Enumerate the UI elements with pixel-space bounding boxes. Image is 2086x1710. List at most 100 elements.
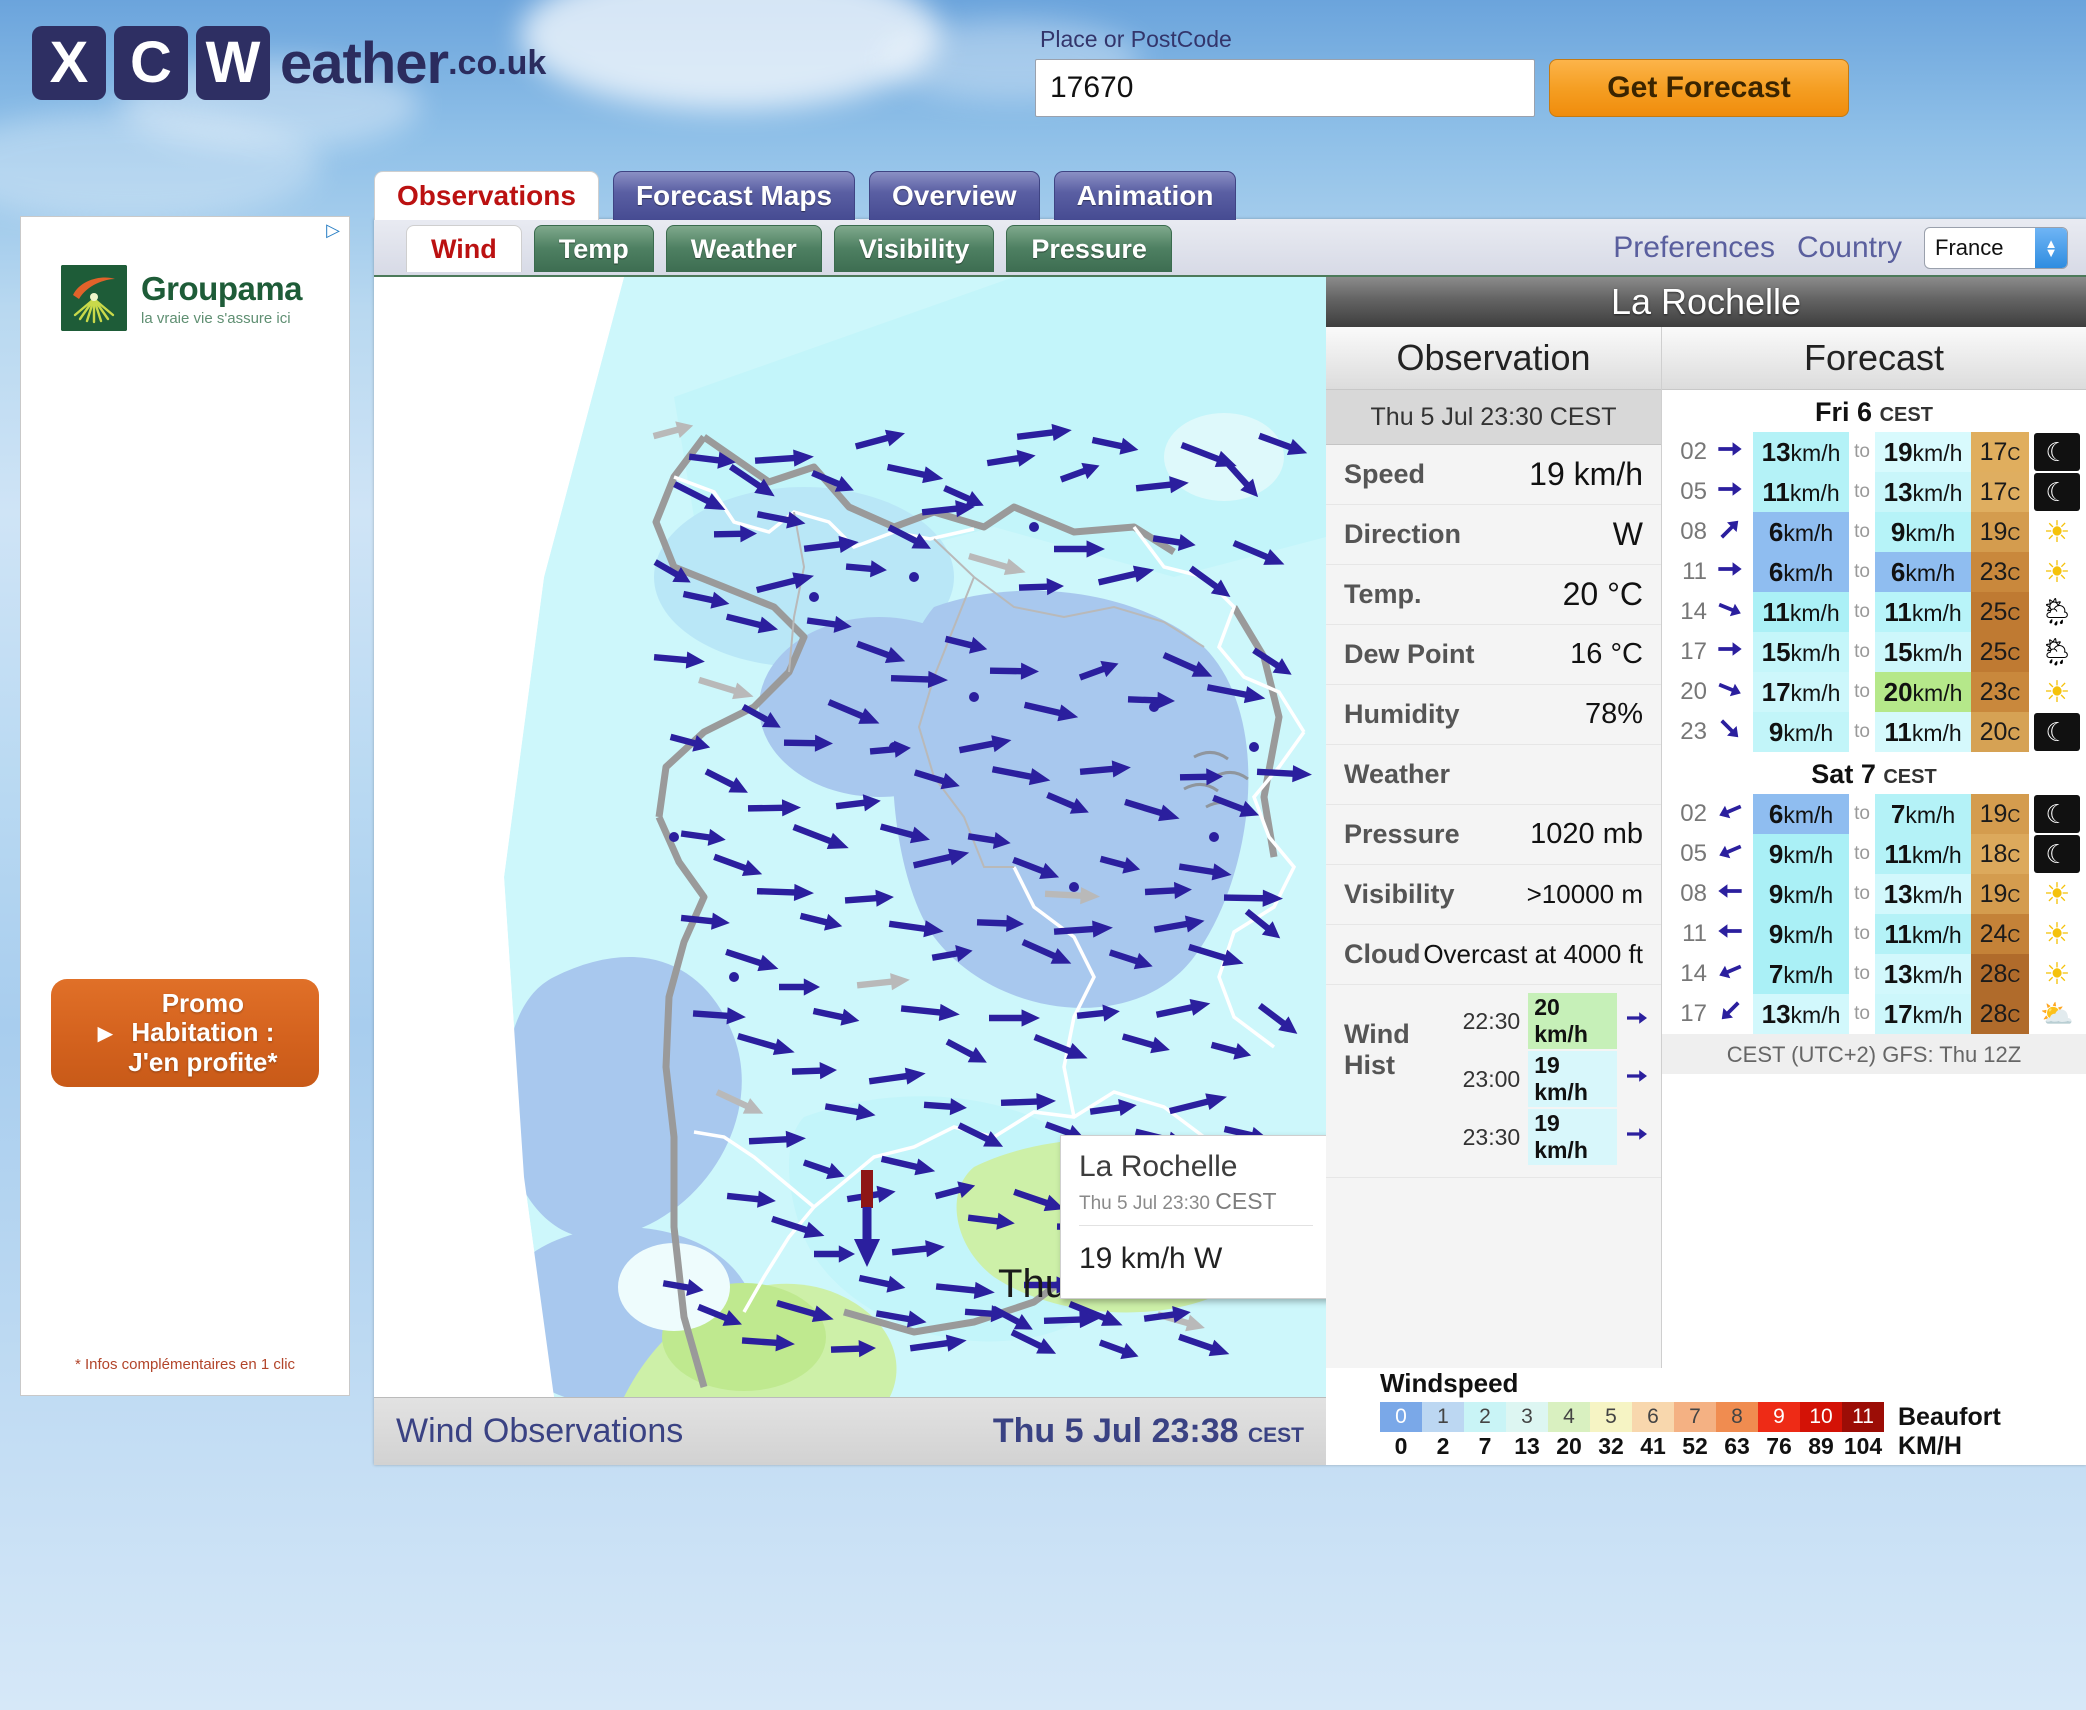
forecast-wind-max: 11km/h	[1875, 914, 1971, 954]
subtab-temp[interactable]: Temp	[533, 225, 654, 272]
observation-value: W	[1612, 516, 1643, 552]
partly-cloudy-icon: ⛅	[2040, 999, 2074, 1029]
forecast-wind-max: 11km/h	[1875, 592, 1971, 632]
legend-kmh-cell: 41	[1640, 1433, 1666, 1459]
wind-history: Wind Hist 22:30 20 km/h 23:00 19 km/h 23:30 1…	[1326, 985, 1661, 1178]
preferences-link[interactable]: Preferences	[1613, 231, 1775, 265]
sun-icon: ☀	[2043, 515, 2071, 549]
cloud-rain-sun-icon: 🌦	[2039, 637, 2075, 667]
forecast-temp: 18C	[1971, 834, 2029, 874]
wind-direction-arrow-icon	[1707, 592, 1753, 632]
observation-row: Dew Point 16 °C	[1326, 625, 1661, 685]
legend-kmh-cell: 32	[1598, 1433, 1624, 1459]
country-label: Country	[1796, 231, 1902, 264]
legend-kmh-cell: 63	[1724, 1433, 1750, 1459]
chevron-updown-icon: ▲ ▼	[2035, 228, 2067, 268]
forecast-day-header: Fri 6 CEST	[1662, 390, 2086, 432]
forecast-hour: 14	[1680, 960, 1707, 987]
wind-direction-arrow-icon	[1707, 834, 1753, 874]
wind-direction-arrow-icon	[1625, 1064, 1649, 1095]
ad-cta-label: Promo Habitation : J'en profite*	[128, 987, 278, 1077]
observation-value: 78%	[1584, 698, 1643, 730]
ad-cta-button[interactable]: ► Promo Habitation : J'en profite*	[51, 979, 319, 1087]
forecast-hour: 11	[1682, 558, 1707, 585]
forecast-row: 17 15km/h to 15km/h 25C 🌦	[1663, 632, 2085, 672]
tab-observations[interactable]: Observations	[374, 171, 599, 220]
forecast-hour: 02	[1680, 438, 1707, 465]
forecast-row: 14 11km/h to 11km/h 25C 🌦	[1663, 592, 2085, 632]
forecast-hour: 23	[1680, 718, 1707, 745]
forecast-row: 02 6km/h to 7km/h 19C ☾	[1663, 794, 2085, 834]
wind-history-speed: 19 km/h	[1528, 1051, 1617, 1107]
sun-icon: ☀	[2043, 675, 2071, 709]
forecast-row: 17 13km/h to 17km/h 28C ⛅	[1663, 994, 2085, 1034]
forecast-row: 08 9km/h to 13km/h 19C ☀	[1663, 874, 2085, 914]
ad-choices-icon[interactable]: ▷	[320, 220, 346, 240]
forecast-row: 20 17km/h to 20km/h 23C ☀	[1663, 672, 2085, 712]
tab-animation[interactable]: Animation	[1053, 171, 1237, 220]
wind-direction-arrow-icon	[1625, 1006, 1649, 1037]
forecast-temp: 28C	[1971, 954, 2029, 994]
forecast-hour: 14	[1680, 598, 1707, 625]
legend-color-scale: 0 1 2 3 4 5 6 7 8 9 10 11	[1380, 1402, 1884, 1432]
forecast-days: Fri 6 CEST 02 13km/h to 19km/h 17C ☾ 05 11km/h to…	[1662, 390, 2086, 1034]
wind-direction-arrow-icon	[1707, 794, 1753, 834]
subtab-weather[interactable]: Weather	[665, 225, 822, 272]
forecast-weather-icon: ☀	[2029, 954, 2085, 994]
wind-direction-arrow-icon	[1625, 1122, 1649, 1153]
forecast-wind-min: 9km/h	[1753, 834, 1849, 874]
tooltip-time-value: Thu 5 Jul 23:30	[1079, 1193, 1210, 1214]
forecast-to-label: to	[1854, 681, 1870, 702]
observation-key: Temp.	[1344, 579, 1422, 609]
forecast-to-label: to	[1854, 641, 1870, 662]
site-logo[interactable]: X C W eather .co.uk	[32, 26, 546, 100]
observation-key: Cloud	[1344, 939, 1421, 969]
legend-title: Windspeed	[1380, 1368, 1519, 1398]
get-forecast-button[interactable]: Get Forecast	[1549, 59, 1849, 117]
forecast-to-label: to	[1854, 721, 1870, 742]
observation-value: 1020 mb	[1530, 818, 1643, 850]
logo-tld: .co.uk	[448, 43, 547, 82]
wind-history-row: 23:30 19 km/h	[1463, 1109, 1649, 1165]
forecast-wind-max: 9km/h	[1875, 512, 1971, 552]
forecast-weather-icon: 🌦	[2029, 632, 2085, 672]
forecast-header: Forecast	[1662, 327, 2086, 390]
sun-icon: ☀	[2043, 877, 2071, 911]
tab-forecast-maps[interactable]: Forecast Maps	[612, 171, 856, 220]
forecast-row: 11 6km/h to 6km/h 23C ☀	[1663, 552, 2085, 592]
subtab-pressure[interactable]: Pressure	[1006, 225, 1172, 272]
forecast-panel: Forecast Fri 6 CEST 02 13km/h to 19km/h 17C ☾ 0…	[1662, 327, 2086, 1368]
forecast-wind-max: 6km/h	[1875, 552, 1971, 592]
moon-icon: ☾	[2034, 713, 2080, 751]
legend-beaufort-cell: 1	[1422, 1402, 1464, 1432]
wind-direction-arrow-icon	[1707, 672, 1753, 712]
forecast-row: 23 9km/h to 11km/h 20C ☾	[1663, 712, 2085, 752]
wind-history-label: Wind Hist	[1344, 1019, 1410, 1080]
observation-row: Speed 19 km/h	[1326, 445, 1661, 505]
forecast-wind-min: 9km/h	[1753, 914, 1849, 954]
tab-overview[interactable]: Overview	[869, 171, 1040, 220]
forecast-day-label: Sat 7	[1811, 759, 1876, 789]
legend-beaufort-row: 0 1 2 3 4 5 6 7 8 9 10 11 Beaufort	[1380, 1402, 2070, 1432]
forecast-to-label: to	[1854, 601, 1870, 622]
forecast-table: 02 13km/h to 19km/h 17C ☾ 05 11km/h to 13km/h 17C ☾…	[1663, 432, 2085, 752]
logo-letter-c: C	[114, 26, 188, 100]
sidebar-advertisement[interactable]: ▷ Groupama la vraie vie s'assure ici ► P…	[20, 216, 350, 1396]
subtab-visibility[interactable]: Visibility	[833, 225, 995, 272]
observation-row: Humidity 78%	[1326, 685, 1661, 745]
forecast-temp: 25C	[1971, 632, 2029, 672]
legend-beaufort-cell: 9	[1758, 1402, 1800, 1432]
legend-kmh-cell: 89	[1808, 1433, 1834, 1459]
observation-row: Direction W	[1326, 505, 1661, 565]
legend-beaufort-cell: 11	[1842, 1402, 1884, 1432]
legend-kmh-cell: 104	[1843, 1433, 1883, 1459]
legend-beaufort-label: Beaufort	[1898, 1402, 2001, 1431]
subtab-wind[interactable]: Wind	[406, 225, 522, 272]
forecast-temp: 19C	[1971, 794, 2029, 834]
search-input[interactable]	[1035, 59, 1535, 117]
country-select[interactable]: France ▲ ▼	[1924, 227, 2068, 269]
wind-history-time: 23:30	[1462, 1123, 1521, 1150]
observation-value: Overcast at 4000 ft	[1423, 939, 1643, 969]
wind-history-time: 23:00	[1462, 1065, 1521, 1092]
legend-beaufort-cell: 6	[1632, 1402, 1674, 1432]
